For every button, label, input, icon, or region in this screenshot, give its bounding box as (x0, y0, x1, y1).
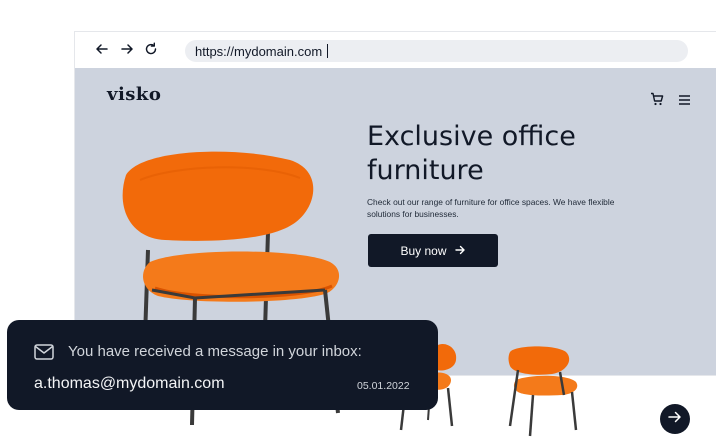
site-logo[interactable]: visko (107, 84, 161, 105)
next-button[interactable] (660, 404, 690, 434)
menu-icon[interactable] (678, 93, 691, 105)
reload-icon[interactable] (142, 40, 160, 58)
buy-now-button[interactable]: Buy now (368, 234, 498, 267)
buy-now-label: Buy now (400, 243, 447, 258)
notification-date: 05.01.2022 (357, 380, 410, 392)
url-text: https://mydomain.com (195, 43, 323, 59)
notification-toast[interactable]: You have received a message in your inbo… (7, 320, 438, 410)
forward-arrow-icon[interactable] (118, 40, 136, 58)
browser-toolbar: https://mydomain.com (75, 32, 716, 68)
mail-icon (34, 344, 54, 360)
back-arrow-icon[interactable] (93, 40, 111, 58)
cart-icon[interactable] (650, 92, 664, 106)
arrow-right-icon (668, 410, 682, 428)
text-caret (327, 44, 329, 58)
hero-subtitle: Check out our range of furniture for off… (367, 197, 615, 219)
hero-title: Exclusive office furniture (367, 121, 576, 186)
arrow-right-icon (454, 244, 466, 258)
notification-email: a.thomas@mydomain.com (34, 375, 225, 392)
notification-message: You have received a message in your inbo… (68, 343, 362, 360)
url-bar[interactable]: https://mydomain.com (185, 40, 688, 62)
